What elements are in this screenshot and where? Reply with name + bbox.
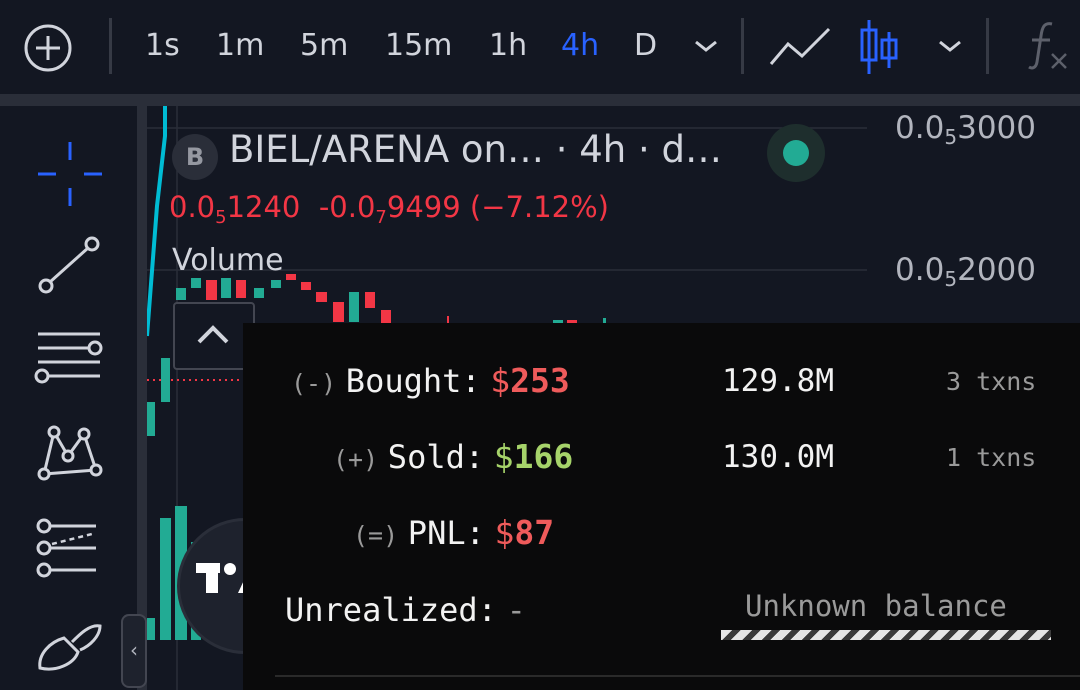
top-toolbar: 1s 1m 5m 15m 1h 4h D xyxy=(0,0,1080,94)
candle xyxy=(206,280,217,300)
volume-legend[interactable]: Volume xyxy=(172,243,284,278)
sold-label: Sold: xyxy=(387,438,485,476)
toolbar-divider xyxy=(0,94,1080,106)
interval-D[interactable]: D xyxy=(634,22,657,70)
volume-bar xyxy=(160,518,171,640)
unrealized-value: - xyxy=(506,591,526,629)
toolbar-gutter xyxy=(137,106,147,690)
bought-label: Bought: xyxy=(345,362,481,400)
sold-txns: 1 txns xyxy=(946,443,1037,472)
market-status-icon[interactable] xyxy=(767,124,825,182)
toolbar-separator xyxy=(109,18,112,74)
volume-bar xyxy=(147,618,155,640)
interval-15m[interactable]: 15m xyxy=(385,22,452,70)
bought-row: (-) Bought: $253 xyxy=(291,361,570,400)
balance-loading-bar xyxy=(721,630,1051,640)
candle xyxy=(301,282,311,290)
exchange-badge: B xyxy=(172,134,218,180)
pnl-amount: $87 xyxy=(494,513,555,552)
price-change-readout: 0.051240 -0.079499 (−7.12%) xyxy=(169,190,609,228)
pattern-icon[interactable] xyxy=(36,422,104,484)
candle xyxy=(254,288,264,298)
candle xyxy=(161,358,170,402)
chevron-down-icon[interactable] xyxy=(936,36,964,56)
toolbar-separator xyxy=(986,18,989,74)
sold-tokens: 130.0M xyxy=(722,439,834,475)
candle xyxy=(147,402,155,436)
line-chart-icon[interactable] xyxy=(768,24,832,70)
candle xyxy=(271,280,281,288)
interval-1h[interactable]: 1h xyxy=(489,22,527,70)
price-scale-label: 0.053000 xyxy=(895,110,1036,149)
unrealized-row: Unrealized: - xyxy=(285,591,526,629)
interval-1m[interactable]: 1m xyxy=(216,22,264,70)
crosshair-icon[interactable] xyxy=(38,142,102,206)
panel-divider xyxy=(275,675,1080,677)
sold-amount: $166 xyxy=(493,437,574,476)
candle xyxy=(191,278,201,288)
expand-toolbar-button[interactable]: ‹ xyxy=(121,614,147,688)
horizontal-lines-icon[interactable] xyxy=(32,328,104,388)
unrealized-label: Unrealized: xyxy=(285,591,497,629)
trend-line-icon[interactable] xyxy=(36,234,102,296)
bought-amount: $253 xyxy=(490,361,570,400)
sold-sign: (+) xyxy=(333,445,379,474)
candles-icon[interactable] xyxy=(858,18,900,76)
sold-row: (+) Sold: $166 xyxy=(333,437,573,476)
candle xyxy=(349,292,359,322)
pnl-panel: (-) Bought: $253 129.8M 3 txns (+) Sold:… xyxy=(243,323,1080,690)
pnl-row: (=) PNL: $87 xyxy=(353,513,554,552)
bought-sign: (-) xyxy=(291,369,337,398)
pnl-sign: (=) xyxy=(353,521,399,550)
chevron-up-icon xyxy=(197,325,229,344)
candle xyxy=(365,292,375,308)
bought-txns: 3 txns xyxy=(946,367,1037,396)
candle xyxy=(236,280,246,298)
bought-tokens: 129.8M xyxy=(722,363,834,399)
chevron-down-icon[interactable] xyxy=(692,36,720,56)
drawing-toolbar xyxy=(0,106,137,690)
interval-4h[interactable]: 4h xyxy=(561,22,599,70)
add-circle-icon[interactable] xyxy=(22,22,74,74)
candle xyxy=(221,278,231,298)
chevron-left-icon: ‹ xyxy=(130,638,138,662)
unknown-balance-text: Unknown balance xyxy=(745,589,1007,623)
brush-icon[interactable] xyxy=(34,614,106,674)
symbol-title[interactable]: BIEL/ARENA on… · 4h · d… xyxy=(229,128,722,171)
interval-5m[interactable]: 5m xyxy=(300,22,348,70)
projection-icon[interactable] xyxy=(34,518,104,578)
candle xyxy=(333,302,344,322)
price-scale-label: 0.052000 xyxy=(895,252,1036,291)
candle xyxy=(316,292,327,302)
candle xyxy=(381,310,391,324)
indicators-fx-icon[interactable] xyxy=(1026,20,1070,72)
toolbar-separator xyxy=(741,18,744,74)
interval-1s[interactable]: 1s xyxy=(145,22,180,70)
candle xyxy=(176,288,186,300)
candle xyxy=(286,274,296,280)
pnl-label: PNL: xyxy=(407,514,485,552)
